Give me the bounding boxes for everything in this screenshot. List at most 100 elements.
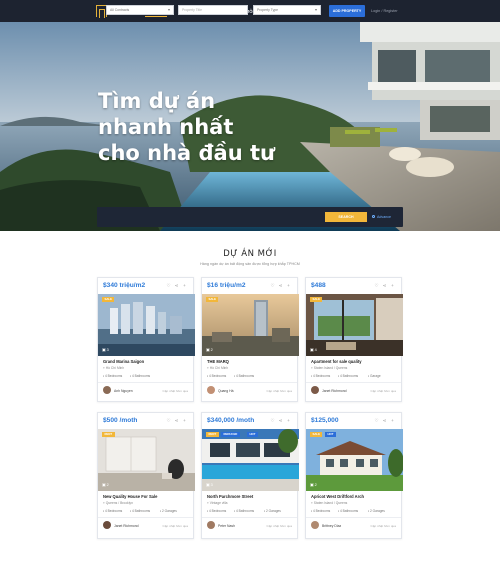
listing-location: ⌖ Hồ Chí Minh bbox=[103, 366, 125, 370]
updated-time: Cập nhật hôm qua bbox=[162, 389, 188, 393]
add-icon[interactable]: + bbox=[286, 418, 291, 423]
listing-photo-image bbox=[202, 429, 299, 491]
feature-bedrooms: ▪ 4 Bedrooms bbox=[207, 374, 227, 378]
add-icon[interactable]: + bbox=[182, 283, 187, 288]
share-icon[interactable]: ⋖ bbox=[382, 418, 387, 423]
property-type-value: Property Type bbox=[257, 8, 279, 12]
feature-text: Garage bbox=[370, 374, 381, 378]
listing-title[interactable]: THE MARQ bbox=[207, 359, 229, 364]
location-text: Vintage villa bbox=[209, 501, 228, 505]
feature-garage: ▪ 2 Garages bbox=[368, 509, 385, 513]
listing-photo[interactable]: SALE ▣ 2 bbox=[202, 294, 299, 356]
photo-count-value: 2 bbox=[106, 483, 109, 487]
listing-card[interactable]: $16 triệu/m2 ♡ ⋖ + SALE ▣ 2 THE MARQ ⌖ H… bbox=[201, 277, 299, 402]
card-divider bbox=[306, 517, 401, 518]
listing-title[interactable]: Grand Marina Saigon bbox=[103, 359, 144, 364]
feature-text: 4 Bedrooms bbox=[105, 374, 123, 378]
listing-price: $488 bbox=[311, 282, 326, 289]
listing-photo[interactable]: SALE HOT ▣ 2 bbox=[306, 429, 403, 491]
listing-title[interactable]: Apricot West Driftford Arch bbox=[311, 494, 364, 499]
add-icon[interactable]: + bbox=[390, 418, 395, 423]
agent-name[interactable]: Janet Richmond bbox=[114, 524, 139, 528]
photo-count: ▣ 2 bbox=[206, 348, 213, 352]
heart-icon[interactable]: ♡ bbox=[270, 283, 275, 288]
listing-photo-image bbox=[306, 429, 403, 491]
share-icon[interactable]: ⋖ bbox=[174, 418, 179, 423]
share-icon[interactable]: ⋖ bbox=[278, 283, 283, 288]
feature-bathrooms: ▪ 4 Bathrooms bbox=[234, 374, 255, 378]
property-title-input[interactable]: Property Title bbox=[178, 5, 248, 15]
listing-card[interactable]: $340,000 /moth ♡ ⋖ + RENT REDUCED HOT ▣ … bbox=[201, 412, 299, 539]
rent-badge: RENT bbox=[206, 432, 219, 437]
listing-price: $125,000 bbox=[311, 417, 339, 424]
agent-avatar[interactable] bbox=[103, 386, 111, 394]
hot-badge: HOT bbox=[325, 432, 336, 437]
agent-avatar[interactable] bbox=[207, 386, 215, 394]
listing-card[interactable]: $500 /moth ♡ ⋖ + RENT ▣ 2 New Quality Ho… bbox=[97, 412, 195, 539]
agent-name[interactable]: Anh Nguyen bbox=[114, 389, 133, 393]
feature-bedrooms: ▪ 4 Bedrooms bbox=[311, 374, 331, 378]
card-header: $340 triệu/m2 ♡ ⋖ + bbox=[98, 278, 193, 294]
add-property-button[interactable]: ADD PROPERTY bbox=[329, 5, 365, 17]
property-type-select[interactable]: Property Type bbox=[253, 5, 321, 15]
feature-text: 4 Bedrooms bbox=[209, 509, 227, 513]
agent-avatar[interactable] bbox=[207, 521, 215, 529]
listing-card[interactable]: $340 triệu/m2 ♡ ⋖ + SALE ▣ 3 Grand Marin… bbox=[97, 277, 195, 402]
photo-count-value: 2 bbox=[314, 483, 317, 487]
feature-text: 4 Bathrooms bbox=[340, 374, 359, 378]
card-header: $500 /moth ♡ ⋖ + bbox=[98, 413, 193, 429]
listing-card[interactable]: $125,000 ♡ ⋖ + SALE HOT ▣ 2 Apricot West… bbox=[305, 412, 403, 539]
property-title-placeholder: Property Title bbox=[182, 8, 202, 12]
agent-name[interactable]: Brittney Diaz bbox=[322, 524, 341, 528]
search-button[interactable]: SEARCH bbox=[325, 212, 367, 222]
login-register-link[interactable]: Login / Register bbox=[371, 9, 398, 13]
photo-count: ▣ 4 bbox=[310, 348, 317, 352]
listing-photo[interactable]: SALE ▣ 4 bbox=[306, 294, 403, 356]
agent-name[interactable]: Janet Richmond bbox=[322, 389, 347, 393]
share-icon[interactable]: ⋖ bbox=[174, 283, 179, 288]
card-header: $488 ♡ ⋖ + bbox=[306, 278, 401, 294]
listing-location: ⌖ Vintage villa bbox=[207, 501, 228, 505]
feature-bathrooms: ▪ 4 Bathrooms bbox=[130, 509, 151, 513]
location-text: Hồ Chí Minh bbox=[209, 366, 229, 370]
share-icon[interactable]: ⋖ bbox=[382, 283, 387, 288]
add-icon[interactable]: + bbox=[182, 418, 187, 423]
section-title: DỰ ÁN MỚI bbox=[223, 249, 277, 259]
listing-photo-image bbox=[98, 294, 195, 356]
sale-badge: SALE bbox=[310, 297, 323, 302]
agent-avatar[interactable] bbox=[311, 386, 319, 394]
listing-photo[interactable]: RENT ▣ 2 bbox=[98, 429, 195, 491]
heart-icon[interactable]: ♡ bbox=[166, 283, 171, 288]
feature-text: 4 Bathrooms bbox=[132, 509, 151, 513]
nav-active-indicator bbox=[145, 16, 167, 17]
agent-avatar[interactable] bbox=[103, 521, 111, 529]
contract-type-select[interactable]: All Contracts bbox=[106, 5, 174, 15]
feature-bedrooms: ▪ 4 Bedrooms bbox=[207, 509, 227, 513]
hot-badge: HOT bbox=[247, 432, 258, 437]
listing-location: ⌖ Queens / Brooklyn bbox=[103, 501, 133, 505]
listing-title[interactable]: New Quality House For Sale bbox=[103, 494, 157, 499]
add-icon[interactable]: + bbox=[390, 283, 395, 288]
heart-icon[interactable]: ♡ bbox=[166, 418, 171, 423]
listing-location: ⌖ Staten Island / Queens bbox=[311, 501, 348, 505]
location-text: Queens / Brooklyn bbox=[105, 501, 133, 505]
listing-title[interactable]: North Parchmore Street bbox=[207, 494, 253, 499]
sale-badge: SALE bbox=[310, 432, 323, 437]
heart-icon[interactable]: ♡ bbox=[374, 283, 379, 288]
agent-name[interactable]: Peter Nash bbox=[218, 524, 235, 528]
heart-icon[interactable]: ♡ bbox=[270, 418, 275, 423]
photo-count-value: 4 bbox=[314, 348, 317, 352]
feature-text: 2 Garages bbox=[266, 509, 281, 513]
agent-avatar[interactable] bbox=[311, 521, 319, 529]
listing-photo[interactable]: SALE ▣ 3 bbox=[98, 294, 195, 356]
card-divider bbox=[202, 517, 297, 518]
advance-search-link[interactable]: Advance bbox=[372, 215, 391, 219]
heart-icon[interactable]: ♡ bbox=[374, 418, 379, 423]
agent-name[interactable]: Quang Hà bbox=[218, 389, 233, 393]
listing-title[interactable]: Apartment for sale quality bbox=[311, 359, 362, 364]
listing-price: $500 /moth bbox=[103, 417, 138, 424]
listing-photo[interactable]: RENT REDUCED HOT ▣ 3 bbox=[202, 429, 299, 491]
add-icon[interactable]: + bbox=[286, 283, 291, 288]
listing-card[interactable]: $488 ♡ ⋖ + SALE ▣ 4 Apartment for sale q… bbox=[305, 277, 403, 402]
share-icon[interactable]: ⋖ bbox=[278, 418, 283, 423]
